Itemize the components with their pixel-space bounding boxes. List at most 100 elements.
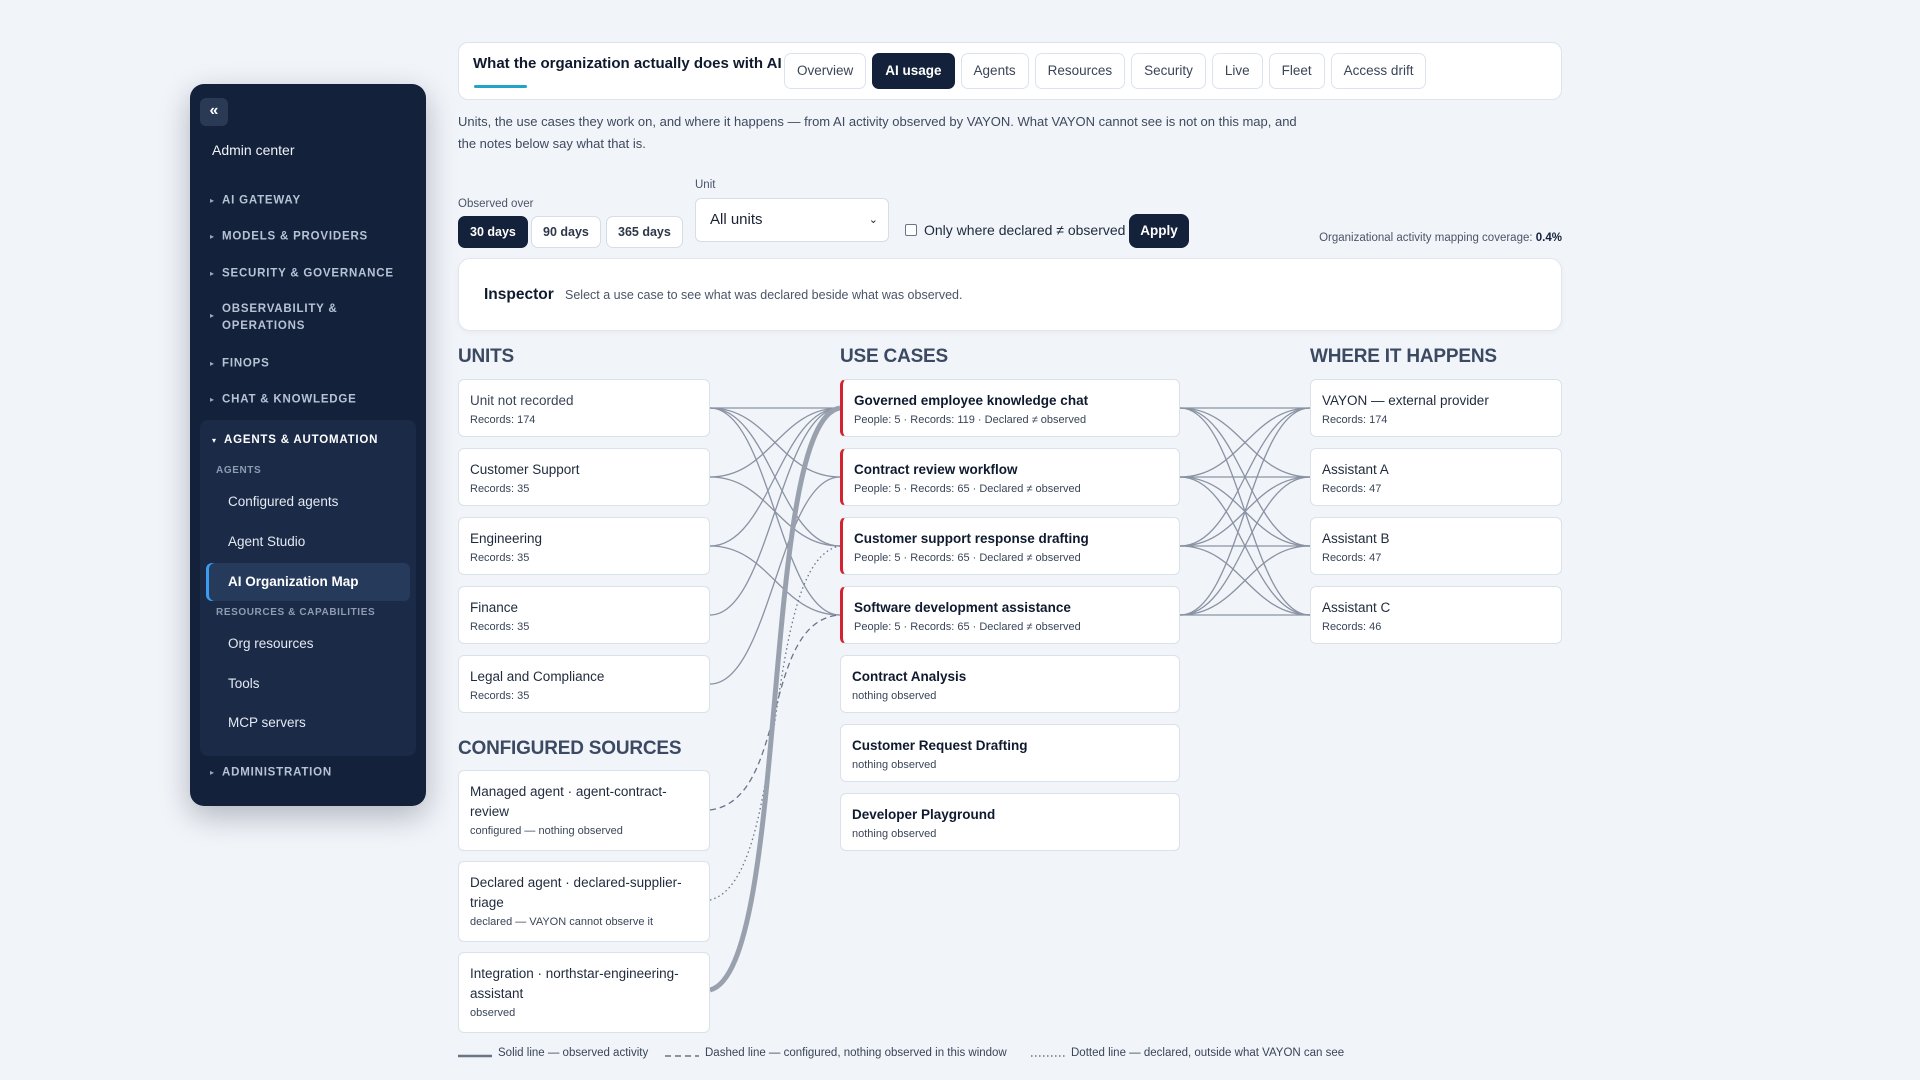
source-status: observed — [470, 1007, 516, 1019]
unit-name: Customer Support — [470, 462, 580, 477]
unit-name: Finance — [470, 600, 519, 615]
chevron-right-icon: ▸ — [210, 311, 215, 320]
declared-observed-checkbox-label[interactable]: Only where declared ≠ observed — [924, 222, 1125, 238]
nav-label: OBSERVABILITY & OPERATIONS — [222, 303, 338, 332]
unit-name: Engineering — [470, 531, 543, 546]
range-30-days-button[interactable]: 30 days — [458, 216, 528, 248]
location-card[interactable]: Assistant C Records: 46 — [1310, 586, 1562, 644]
page-header: What the organization actually does with… — [458, 42, 1562, 100]
tab-security[interactable]: Security — [1131, 53, 1206, 89]
inspector-panel: Inspector Select a use case to see what … — [458, 258, 1562, 331]
sidebar-item-org-resources[interactable]: Org resources — [206, 625, 410, 663]
use-case-name: Customer Request Drafting — [852, 738, 1028, 753]
inspector-title: Inspector — [484, 286, 554, 303]
sidebar-title: Admin center — [212, 142, 295, 158]
range-90-days-button[interactable]: 90 days — [531, 216, 601, 248]
nav-finops[interactable]: ▸ FINOPS — [210, 355, 410, 373]
unit-label: Unit — [695, 179, 716, 191]
source-card[interactable]: Managed agent · agent-contract-review co… — [458, 770, 710, 851]
nav-administration[interactable]: ▸ ADMINISTRATION — [210, 764, 410, 782]
tab-fleet[interactable]: Fleet — [1268, 53, 1325, 89]
use-case-card[interactable]: Software development assistance People: … — [840, 586, 1180, 644]
nav-subhead-agents: AGENTS — [216, 465, 262, 476]
tab-agents[interactable]: Agents — [960, 53, 1029, 89]
location-card[interactable]: Assistant A Records: 47 — [1310, 448, 1562, 506]
page-description: Units, the use cases they work on, and w… — [458, 114, 1297, 151]
nav-models-providers[interactable]: ▸ MODELS & PROVIDERS — [210, 228, 410, 246]
source-card[interactable]: Integration · northstar-engineering-assi… — [458, 952, 710, 1033]
source-name: Managed agent · agent-contract-review — [470, 784, 667, 819]
legend-solid: Solid line — observed activity — [498, 1047, 649, 1059]
nav-security-governance[interactable]: ▸ SECURITY & GOVERNANCE — [210, 265, 410, 283]
use-case-stats: People: 5 · Records: 65 · Declared ≠ obs… — [854, 621, 1081, 633]
page-title: What the organization actually does with… — [473, 55, 782, 72]
location-records: Records: 47 — [1322, 552, 1382, 564]
sidebar-item-tools[interactable]: Tools — [206, 665, 410, 703]
nav-label: ADMINISTRATION — [222, 766, 333, 779]
source-card[interactable]: Declared agent · declared-supplier-triag… — [458, 861, 710, 942]
unit-card[interactable]: Finance Records: 35 — [458, 586, 710, 644]
nav-observability-operations[interactable]: ▸ OBSERVABILITY & OPERATIONS — [210, 301, 360, 335]
sidebar-item-ai-organization-map[interactable]: AI Organization Map — [206, 563, 410, 601]
nav-label: AI GATEWAY — [222, 194, 301, 207]
unit-records: Records: 35 — [470, 552, 530, 564]
use-case-card[interactable]: Contract Analysis nothing observed — [840, 655, 1180, 713]
use-cases-heading: USE CASES — [840, 346, 949, 367]
chevron-right-icon: ▸ — [210, 768, 215, 777]
where-it-happens-heading: WHERE IT HAPPENS — [1310, 346, 1497, 367]
use-case-card[interactable]: Developer Playground nothing observed — [840, 793, 1180, 851]
configured-sources-heading: CONFIGURED SOURCES — [458, 738, 682, 759]
tab-live[interactable]: Live — [1211, 53, 1263, 89]
nav-group-agents-automation: ▾ AGENTS & AUTOMATION AGENTS Configured a… — [200, 420, 416, 756]
chevron-right-icon: ▸ — [210, 359, 215, 368]
units-heading: UNITS — [458, 346, 515, 367]
unit-select[interactable]: All units ⌄ — [695, 198, 889, 242]
use-case-card[interactable]: Governed employee knowledge chat People:… — [840, 379, 1180, 437]
unit-select-value: All units — [710, 211, 763, 228]
use-case-stats: People: 5 · Records: 65 · Declared ≠ obs… — [854, 552, 1081, 564]
unit-card[interactable]: Engineering Records: 35 — [458, 517, 710, 575]
unit-records: Records: 35 — [470, 483, 530, 495]
location-records: Records: 174 — [1322, 414, 1388, 426]
use-case-stats: People: 5 · Records: 119 · Declared ≠ ob… — [854, 414, 1087, 426]
use-case-name: Contract review workflow — [854, 462, 1018, 477]
nav-label: FINOPS — [222, 357, 270, 370]
use-case-card[interactable]: Contract review workflow People: 5 · Rec… — [840, 448, 1180, 506]
source-name: Integration · northstar-engineering-assi… — [470, 966, 679, 1001]
use-case-stats: nothing observed — [852, 690, 937, 702]
unit-records: Records: 174 — [470, 414, 536, 426]
location-card[interactable]: VAYON — external provider Records: 174 — [1310, 379, 1562, 437]
source-name: Declared agent · declared-supplier-triag… — [470, 875, 682, 910]
use-case-stats: People: 5 · Records: 65 · Declared ≠ obs… — [854, 483, 1081, 495]
nav-agents-automation[interactable]: ▾ AGENTS & AUTOMATION — [212, 434, 378, 446]
apply-button[interactable]: Apply — [1129, 214, 1189, 248]
chevron-right-icon: ▸ — [210, 395, 215, 404]
nav-ai-gateway[interactable]: ▸ AI GATEWAY — [210, 192, 410, 210]
tab-overview[interactable]: Overview — [784, 53, 867, 89]
declared-observed-checkbox[interactable] — [905, 224, 917, 236]
sidebar-item-configured-agents[interactable]: Configured agents — [206, 483, 410, 521]
tab-resources[interactable]: Resources — [1034, 53, 1126, 89]
use-case-name: Governed employee knowledge chat — [854, 393, 1089, 408]
use-case-card[interactable]: Customer Request Drafting nothing observ… — [840, 724, 1180, 782]
tab-bar: Overview AI usage Agents Resources Secur… — [784, 53, 1432, 89]
location-name: Assistant B — [1322, 531, 1390, 546]
nav-label: MODELS & PROVIDERS — [222, 230, 369, 243]
location-name: VAYON — external provider — [1322, 393, 1489, 408]
nav-chat-knowledge[interactable]: ▸ CHAT & KNOWLEDGE — [210, 391, 410, 409]
sidebar-item-agent-studio[interactable]: Agent Studio — [206, 523, 410, 561]
unit-card[interactable]: Legal and Compliance Records: 35 — [458, 655, 710, 713]
tab-ai-usage[interactable]: AI usage — [872, 53, 955, 89]
use-case-card[interactable]: Customer support response drafting Peopl… — [840, 517, 1180, 575]
collapse-sidebar-button[interactable]: « — [200, 98, 228, 126]
tab-access-drift[interactable]: Access drift — [1330, 53, 1427, 89]
sidebar-item-mcp-servers[interactable]: MCP servers — [206, 704, 410, 742]
use-case-name: Developer Playground — [852, 807, 996, 822]
unit-card[interactable]: Unit not recorded Records: 174 — [458, 379, 710, 437]
nav-label: CHAT & KNOWLEDGE — [222, 393, 357, 406]
legend-dotted: Dotted line — declared, outside what VAY… — [1071, 1047, 1345, 1059]
location-card[interactable]: Assistant B Records: 47 — [1310, 517, 1562, 575]
use-case-name: Contract Analysis — [852, 669, 967, 684]
range-365-days-button[interactable]: 365 days — [606, 216, 683, 248]
unit-card[interactable]: Customer Support Records: 35 — [458, 448, 710, 506]
